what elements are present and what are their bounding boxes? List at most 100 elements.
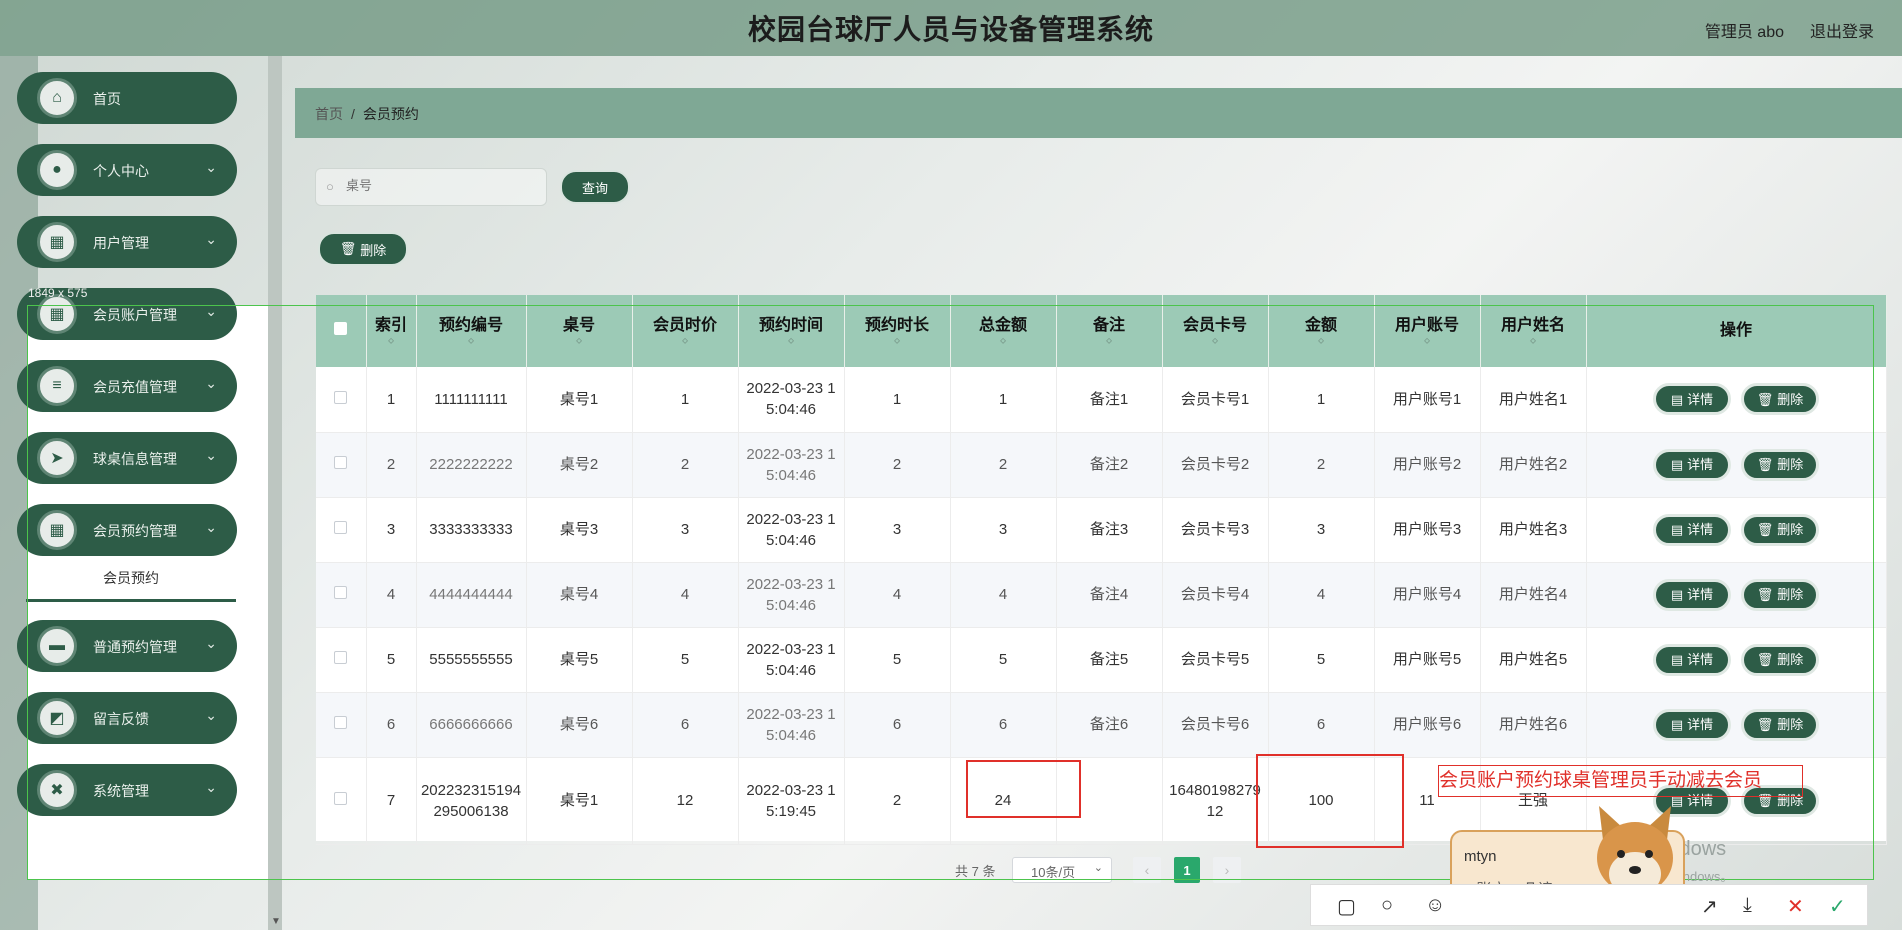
sort-caret-icon[interactable]: ⬦	[421, 336, 522, 346]
sort-caret-icon[interactable]: ⬦	[371, 336, 412, 346]
sort-caret-icon[interactable]: ⬦	[849, 336, 946, 346]
sidebar-item-7[interactable]: ▬ 普通预约管理 ⌄	[17, 620, 237, 672]
delete-label: 删除	[1777, 391, 1804, 407]
sidebar-item-6[interactable]: ▦ 会员预约管理 ⌄	[17, 504, 237, 556]
column-header-7[interactable]: 备注 ⬦	[1056, 295, 1163, 367]
column-header-4[interactable]: 预约时间 ⬦	[738, 295, 845, 367]
row-checkbox[interactable]	[334, 586, 348, 599]
row-checkbox[interactable]	[334, 792, 348, 805]
sidebar-item-label: 会员预约管理	[93, 523, 177, 539]
delete-button[interactable]: 🗑 删除	[1741, 448, 1819, 481]
sidebar-item-4[interactable]: ≡ 会员充值管理 ⌄	[17, 360, 237, 412]
table-cell: 4444444444	[416, 562, 527, 628]
row-checkbox[interactable]	[334, 390, 348, 404]
row-checkbox[interactable]	[334, 456, 348, 469]
table-cell: 用户姓名2	[1480, 432, 1587, 498]
sort-caret-icon[interactable]: ⬦	[743, 336, 840, 346]
row-select-cell[interactable]	[316, 432, 367, 498]
table-cell: 用户姓名6	[1480, 692, 1587, 758]
header-select-all[interactable]	[316, 295, 367, 367]
table-cell: 6	[844, 692, 951, 758]
sidebar-item-9[interactable]: ✖ 系统管理 ⌄	[17, 764, 237, 816]
sort-caret-icon[interactable]: ⬦	[1379, 336, 1476, 346]
row-select-cell[interactable]	[316, 757, 367, 845]
prev-page-button[interactable]: ‹	[1133, 857, 1161, 883]
table-cell: 备注1	[1056, 367, 1163, 433]
emoji-tool-icon[interactable]: ☺	[1425, 894, 1445, 917]
ellipse-tool-icon[interactable]: ○	[1381, 894, 1393, 917]
trash-icon: 🗑	[1756, 652, 1774, 667]
table-cell: 6	[950, 692, 1057, 758]
table-row: 4 4444444444 桌号4 4 2022-03-23 15:04:46 4 4 备注4 会…	[316, 562, 1887, 628]
search-box[interactable]: ○	[315, 168, 547, 206]
column-header-3[interactable]: 会员时价 ⬦	[632, 295, 739, 367]
sidebar-item-0[interactable]: ⌂ 首页	[17, 72, 237, 124]
column-header-9[interactable]: 金额 ⬦	[1268, 295, 1375, 367]
table-cell: 2022-03-23 15:04:46	[738, 562, 845, 628]
sidebar-item-8[interactable]: ◩ 留言反馈 ⌄	[17, 692, 237, 744]
sort-caret-icon[interactable]: ⬦	[637, 336, 734, 346]
sort-caret-icon[interactable]: ⬦	[1061, 336, 1158, 346]
table-cell: 2	[844, 432, 951, 498]
search-input[interactable]	[346, 178, 536, 193]
chevron-down-icon: ⌄	[205, 635, 217, 651]
sidebar-subitem-member-booking[interactable]: 会员预约	[26, 566, 236, 602]
breadcrumb-home[interactable]: 首页	[315, 106, 343, 122]
table-cell: 2022-03-23 15:04:46	[738, 627, 845, 693]
share-icon[interactable]: ↗	[1701, 894, 1718, 919]
column-header-1[interactable]: 预约编号 ⬦	[416, 295, 527, 367]
search-button[interactable]: 查询	[560, 170, 630, 204]
sort-caret-icon[interactable]: ⬦	[1273, 336, 1370, 346]
confirm-check-icon[interactable]: ✓	[1829, 894, 1846, 919]
table-cell: 6	[366, 692, 417, 758]
sidebar-scrollbar[interactable]	[268, 56, 282, 930]
logout-link[interactable]: 退出登录	[1810, 18, 1874, 42]
row-select-cell[interactable]	[316, 367, 367, 433]
row-select-cell[interactable]	[316, 627, 367, 693]
close-icon[interactable]: ✕	[1787, 894, 1804, 919]
column-header-11[interactable]: 用户姓名 ⬦	[1480, 295, 1587, 367]
column-header-6[interactable]: 总金额 ⬦	[950, 295, 1057, 367]
column-header-12: 操作	[1586, 295, 1887, 367]
sort-caret-icon[interactable]: ⬦	[1485, 336, 1582, 346]
detail-button[interactable]: ▤ 详情	[1653, 578, 1731, 611]
batch-delete-button[interactable]: 🗑 删除	[318, 232, 408, 266]
download-icon[interactable]: ⤓	[1743, 894, 1752, 917]
delete-button[interactable]: 🗑 删除	[1741, 513, 1819, 546]
sidebar-item-1[interactable]: ● 个人中心 ⌄	[17, 144, 237, 196]
row-checkbox[interactable]	[334, 651, 348, 664]
column-header-2[interactable]: 桌号 ⬦	[526, 295, 633, 367]
sort-caret-icon[interactable]: ⬦	[955, 336, 1052, 346]
select-all-checkbox[interactable]	[334, 322, 348, 335]
column-header-10[interactable]: 用户账号 ⬦	[1374, 295, 1481, 367]
rectangle-tool-icon[interactable]: ▢	[1337, 894, 1356, 919]
row-checkbox[interactable]	[334, 716, 348, 729]
row-select-cell[interactable]	[316, 497, 367, 563]
column-header-5[interactable]: 预约时长 ⬦	[844, 295, 951, 367]
detail-button[interactable]: ▤ 详情	[1653, 708, 1731, 741]
detail-button[interactable]: ▤ 详情	[1653, 513, 1731, 546]
row-select-cell[interactable]	[316, 692, 367, 758]
sort-caret-icon[interactable]: ⬦	[1167, 336, 1264, 346]
table-cell: 会员卡号2	[1162, 432, 1269, 498]
sidebar-item-5[interactable]: ➤ 球桌信息管理 ⌄	[17, 432, 237, 484]
sort-caret-icon[interactable]: ⬦	[531, 336, 628, 346]
next-page-button[interactable]: ›	[1213, 857, 1241, 883]
detail-button[interactable]: ▤ 详情	[1653, 448, 1731, 481]
delete-button[interactable]: 🗑 删除	[1741, 578, 1819, 611]
sidebar-item-label: 会员充值管理	[93, 379, 177, 395]
system-title: 校园台球厅人员与设备管理系统	[747, 14, 1154, 45]
detail-button[interactable]: ▤ 详情	[1653, 383, 1731, 416]
detail-button[interactable]: ▤ 详情	[1653, 643, 1731, 676]
delete-button[interactable]: 🗑 删除	[1741, 643, 1819, 676]
sidebar-item-2[interactable]: ▦ 用户管理 ⌄	[17, 216, 237, 268]
scroll-down-arrow-icon[interactable]: ▼	[271, 916, 281, 927]
delete-button[interactable]: 🗑 删除	[1741, 708, 1819, 741]
page-size-select[interactable]: 10条/页 ⌄	[1012, 857, 1112, 883]
delete-button[interactable]: 🗑 删除	[1741, 383, 1819, 416]
current-page-number[interactable]: 1	[1174, 857, 1200, 883]
row-checkbox[interactable]	[334, 521, 348, 534]
column-header-8[interactable]: 会员卡号 ⬦	[1162, 295, 1269, 367]
column-header-0[interactable]: 索引 ⬦	[366, 295, 417, 367]
row-select-cell[interactable]	[316, 562, 367, 628]
